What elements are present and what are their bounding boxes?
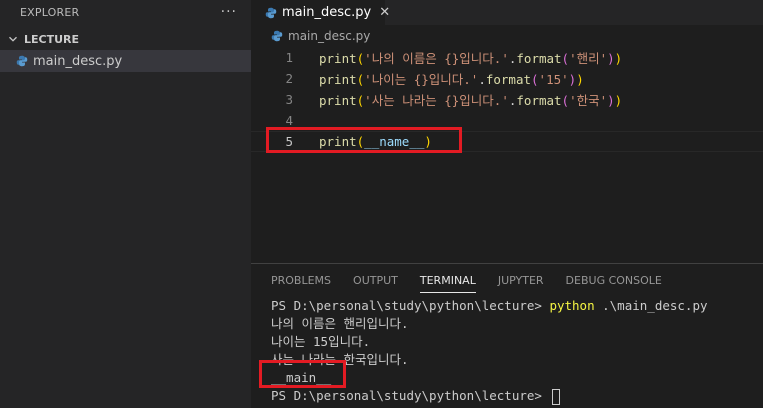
explorer-sidebar: EXPLORER ··· LECTURE main_desc.py <box>0 0 251 408</box>
line-number: 3 <box>285 92 293 107</box>
code-token: ( <box>531 72 539 87</box>
tab-main-desc[interactable]: main_desc.py ✕ <box>251 0 390 25</box>
tab-label: main_desc.py <box>282 5 372 20</box>
terminal-cursor <box>552 388 561 405</box>
code-line[interactable]: 3 print('사는 나라는 {}입니다.'.format('한국')) <box>251 89 763 110</box>
breadcrumb-file: main_desc.py <box>288 29 371 43</box>
explorer-title: EXPLORER <box>20 5 80 19</box>
terminal-prompt: PS D:\personal\study\python\lecture> <box>271 388 550 403</box>
python-file-icon <box>271 30 283 42</box>
code-token: '사는 나라는 {}입니다.' <box>364 93 509 108</box>
terminal-command-arg: .\main_desc.py <box>594 298 708 313</box>
terminal-prompt: PS D:\personal\study\python\lecture> <box>271 298 550 313</box>
code-token: '핸리' <box>569 51 608 66</box>
code-token: format <box>516 93 562 108</box>
terminal-command: python <box>549 298 595 313</box>
terminal-line: PS D:\personal\study\python\lecture> <box>271 387 763 405</box>
code-token: ) <box>614 93 623 108</box>
editor-tabbar: main_desc.py ✕ <box>251 0 763 25</box>
code-token: format <box>516 51 562 66</box>
explorer-header: EXPLORER ··· <box>0 0 251 24</box>
code-token: '15' <box>538 72 569 87</box>
breadcrumb[interactable]: main_desc.py <box>251 25 763 47</box>
code-token: '나의 이름은 {}입니다.' <box>364 51 509 66</box>
code-editor[interactable]: 1 print('나의 이름은 {}입니다.'.format('핸리')) 2 … <box>251 47 763 153</box>
code-token: format <box>485 72 532 87</box>
highlight-box-line5 <box>266 127 462 153</box>
tab-jupyter[interactable]: JUPYTER <box>498 264 544 297</box>
tab-problems[interactable]: PROBLEMS <box>271 264 331 297</box>
code-token: ) <box>607 93 615 108</box>
code-text: print('사는 나라는 {}입니다.'.format('한국')) <box>319 90 622 109</box>
code-token: ( <box>561 93 570 108</box>
bottom-panel: PROBLEMS OUTPUT TERMINAL JUPYTER DEBUG C… <box>251 263 763 408</box>
line-number: 1 <box>285 50 293 65</box>
code-token: '한국' <box>569 93 608 108</box>
terminal-line: 나의 이름은 핸리입니다. <box>271 316 409 331</box>
folder-name: LECTURE <box>24 32 80 46</box>
terminal-line: PS D:\personal\study\python\lecture> pyt… <box>271 297 763 315</box>
file-main-desc[interactable]: main_desc.py <box>0 50 251 72</box>
code-token: ( <box>561 51 570 66</box>
code-token: ) <box>607 51 615 66</box>
code-line[interactable]: 2 print('나이는 {}입니다.'.format('15')) <box>251 68 763 89</box>
code-token: print <box>319 72 357 87</box>
terminal-output[interactable]: PS D:\personal\study\python\lecture> pyt… <box>251 297 763 405</box>
tab-terminal[interactable]: TERMINAL <box>419 264 476 297</box>
ellipsis-icon[interactable]: ··· <box>221 4 237 20</box>
tab-debug-console[interactable]: DEBUG CONSOLE <box>566 264 662 297</box>
code-text: print('나의 이름은 {}입니다.'.format('핸리')) <box>319 48 622 67</box>
code-token: . <box>478 72 486 87</box>
python-file-icon <box>16 55 28 67</box>
chevron-down-icon <box>9 36 17 42</box>
tab-output[interactable]: OUTPUT <box>353 264 398 297</box>
python-file-icon <box>265 7 277 18</box>
highlight-box-main <box>259 360 346 388</box>
terminal-line: 나이는 15입니다. <box>271 334 371 349</box>
line-number: 4 <box>285 113 293 128</box>
code-text: print('나이는 {}입니다.'.format('15')) <box>319 69 584 88</box>
line-number: 2 <box>285 71 293 86</box>
code-token: ) <box>576 72 584 87</box>
code-token: print <box>319 51 357 66</box>
folder-lecture[interactable]: LECTURE <box>0 28 251 50</box>
code-token: print <box>319 93 357 108</box>
code-line[interactable]: 1 print('나의 이름은 {}입니다.'.format('핸리')) <box>251 47 763 68</box>
code-token: '나이는 {}입니다.' <box>364 72 479 87</box>
panel-tabs: PROBLEMS OUTPUT TERMINAL JUPYTER DEBUG C… <box>251 264 763 297</box>
close-icon[interactable]: ✕ <box>379 5 390 20</box>
file-name: main_desc.py <box>33 53 123 69</box>
code-token: ) <box>614 51 623 66</box>
